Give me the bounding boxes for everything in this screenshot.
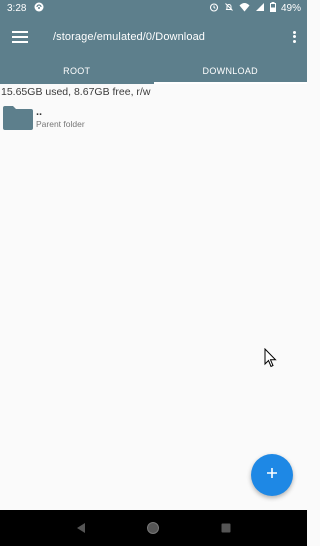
storage-info: 15.65GB used, 8.67GB free, r/w xyxy=(1,86,151,98)
sync-icon xyxy=(34,2,44,15)
plus-icon xyxy=(266,466,278,484)
tab-download[interactable]: DOWNLOAD xyxy=(153,58,308,84)
signal-icon xyxy=(255,2,265,15)
recents-icon[interactable] xyxy=(217,519,235,537)
app-bar: 3:28 49% /storage/emulated/0/Download RO… xyxy=(0,0,307,84)
home-icon[interactable] xyxy=(144,519,162,537)
battery-icon xyxy=(269,1,276,15)
alarm-icon xyxy=(209,2,219,15)
tab-bar: ROOT DOWNLOAD xyxy=(0,58,307,84)
hamburger-icon[interactable] xyxy=(12,31,28,43)
more-vertical-icon[interactable] xyxy=(287,27,301,47)
list-item-name: .. xyxy=(36,106,43,118)
status-time: 3:28 xyxy=(7,2,27,14)
mouse-cursor-icon xyxy=(264,347,278,368)
tab-root[interactable]: ROOT xyxy=(0,58,154,84)
toolbar: /storage/emulated/0/Download xyxy=(0,16,307,58)
add-button[interactable] xyxy=(251,454,293,496)
wifi-icon xyxy=(239,2,250,15)
path-title: /storage/emulated/0/Download xyxy=(53,31,206,43)
battery-percent: 49% xyxy=(280,2,301,14)
list-item-subtitle: Parent folder xyxy=(36,119,85,129)
system-nav-bar xyxy=(0,510,307,546)
notifications-off-icon xyxy=(224,2,234,15)
back-icon[interactable] xyxy=(72,519,90,537)
folder-icon xyxy=(2,105,34,131)
status-bar: 3:28 49% xyxy=(0,0,307,16)
list-item-parent-folder[interactable]: .. Parent folder xyxy=(0,103,307,133)
